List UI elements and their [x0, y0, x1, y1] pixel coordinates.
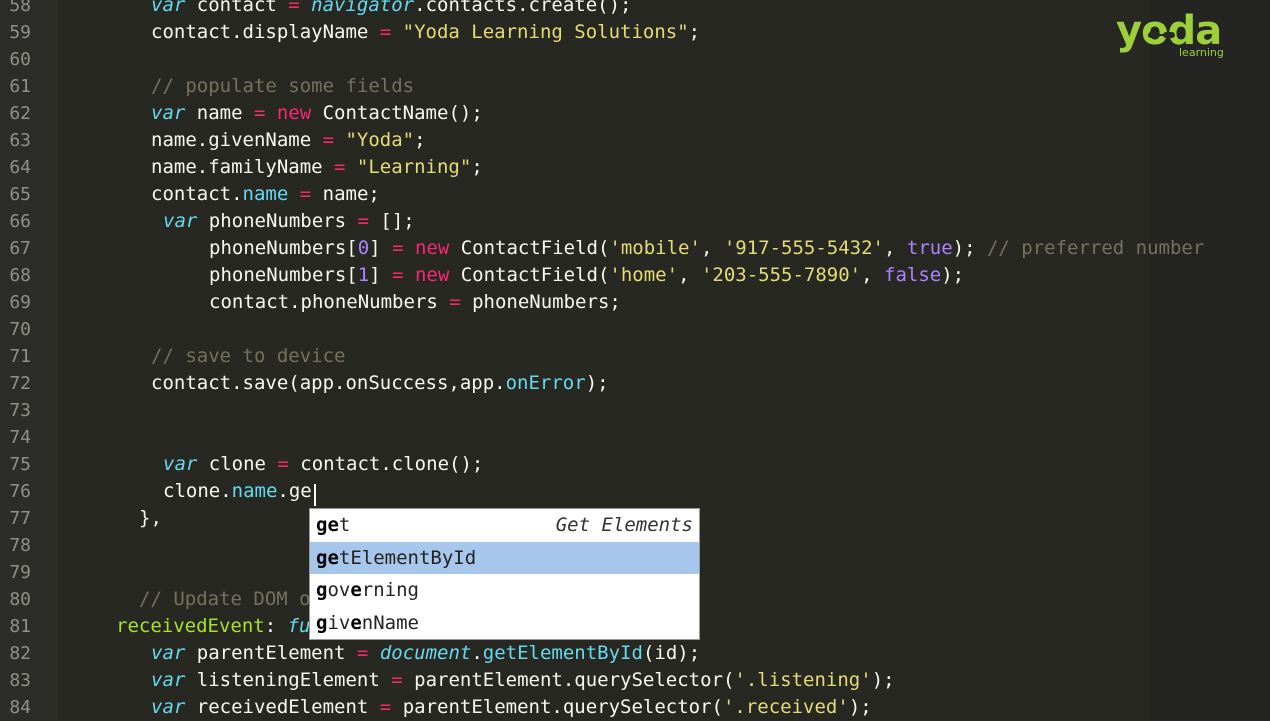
autocomplete-item-label: givenName [316, 611, 419, 634]
code-text: var name = new ContactName(); [151, 102, 483, 124]
autocomplete-item-label: governing [316, 579, 419, 601]
code-text: phoneNumbers[1] = new ContactField('home… [209, 264, 965, 286]
code-text: contact.displayName = "Yoda Learning Sol… [151, 21, 701, 43]
code-text: // populate some fields [151, 75, 415, 97]
code-line-83[interactable]: 83 var listeningElement = parentElement.q… [0, 667, 1270, 694]
code-text: receivedEvent: fu [116, 615, 311, 637]
code-line-67[interactable]: 67 phoneNumbers[0] = new ContactField('mo… [0, 235, 1270, 262]
line-number: 82 [9, 643, 31, 664]
autocomplete-item[interactable]: get Get Elements [310, 509, 699, 541]
autocomplete-item[interactable]: givenName [310, 607, 699, 639]
line-number: 83 [9, 670, 31, 691]
code-text: var contact = navigator.contacts.create(… [151, 0, 632, 16]
code-text: name.givenName = "Yoda"; [151, 129, 426, 151]
autocomplete-item-label: getElementById [316, 546, 477, 569]
code-line-65[interactable]: 65 contact.name = name; [0, 181, 1270, 208]
code-line-60[interactable]: 60 [0, 46, 1270, 73]
code-line-61[interactable]: 61 // populate some fields [0, 73, 1270, 100]
code-text: phoneNumbers[0] = new ContactField('mobi… [209, 237, 1205, 259]
line-number: 75 [9, 454, 31, 475]
code-line-68[interactable]: 68 phoneNumbers[1] = new ContactField('ho… [0, 262, 1270, 289]
code-text: // Update DOM o [139, 588, 311, 610]
code-text: var receivedElement = parentElement.quer… [151, 696, 872, 718]
code-line-71[interactable]: 71 // save to device [0, 343, 1270, 370]
line-number: 67 [9, 238, 31, 259]
code-text: var listeningElement = parentElement.que… [151, 669, 895, 691]
yoda-learning-logo: yoda learning [1116, 8, 1246, 62]
logo-subtext: learning [1179, 46, 1224, 59]
code-line-69[interactable]: 69 contact.phoneNumbers = phoneNumbers; [0, 289, 1270, 316]
line-number: 63 [9, 130, 31, 151]
line-number: 80 [9, 589, 31, 610]
code-line-58[interactable]: 58 var contact = navigator.contacts.creat… [0, 0, 1270, 19]
line-number: 77 [9, 508, 31, 529]
text-cursor [314, 484, 316, 506]
autocomplete-item[interactable]: getElementById [310, 541, 699, 574]
code-text: var phoneNumbers = []; [163, 210, 415, 232]
code-line-82[interactable]: 82 var parentElement = document.getElemen… [0, 640, 1270, 667]
line-number: 59 [9, 22, 31, 43]
code-text: contact.save(app.onSuccess,app.onError); [151, 372, 609, 394]
line-number: 68 [9, 265, 31, 286]
line-number: 79 [9, 562, 31, 583]
code-text: contact.phoneNumbers = phoneNumbers; [209, 291, 621, 313]
line-number: 64 [9, 157, 31, 178]
code-line-76[interactable]: 76 clone.name.ge [0, 478, 1270, 505]
code-line-59[interactable]: 59 contact.displayName = "Yoda Learning S… [0, 19, 1270, 46]
line-number: 84 [9, 697, 31, 718]
code-line-75[interactable]: 75 var clone = contact.clone(); [0, 451, 1270, 478]
code-text: // save to device [151, 345, 346, 367]
line-number: 60 [9, 49, 31, 70]
line-number: 58 [9, 0, 31, 16]
code-text: var clone = contact.clone(); [163, 453, 484, 475]
line-number: 62 [9, 103, 31, 124]
code-line-64[interactable]: 64 name.familyName = "Learning"; [0, 154, 1270, 181]
line-number: 73 [9, 400, 31, 421]
code-line-72[interactable]: 72 contact.save(app.onSuccess,app.onError… [0, 370, 1270, 397]
code-text: }, [139, 507, 162, 529]
line-number: 70 [9, 319, 31, 340]
code-line-62[interactable]: 62 var name = new ContactName(); [0, 100, 1270, 127]
code-line-63[interactable]: 63 name.givenName = "Yoda"; [0, 127, 1270, 154]
line-number: 61 [9, 76, 31, 97]
code-line-73[interactable]: 73 [0, 397, 1270, 424]
code-text: name.familyName = "Learning"; [151, 156, 483, 178]
code-text: var parentElement = document.getElementB… [151, 642, 701, 664]
line-number: 81 [9, 616, 31, 637]
autocomplete-hint: Get Elements [555, 514, 693, 536]
code-line-66[interactable]: 66 var phoneNumbers = []; [0, 208, 1270, 235]
line-number: 69 [9, 292, 31, 313]
line-number: 74 [9, 427, 31, 448]
autocomplete-popup[interactable]: get Get Elements getElementById governing gi… [309, 508, 700, 640]
autocomplete-item-label: get [316, 514, 351, 536]
line-number: 71 [9, 346, 31, 367]
autocomplete-item[interactable]: governing [310, 574, 699, 606]
line-number: 65 [9, 184, 31, 205]
code-line-74[interactable]: 74 [0, 424, 1270, 451]
line-number: 72 [9, 373, 31, 394]
code-line-84[interactable]: 84 var receivedElement = parentElement.qu… [0, 694, 1270, 721]
logo-glasses-icon [1148, 32, 1175, 38]
code-text: clone.name.ge [163, 480, 312, 502]
line-number: 76 [9, 481, 31, 502]
line-number: 66 [9, 211, 31, 232]
line-number: 78 [9, 535, 31, 556]
code-text: contact.name = name; [151, 183, 380, 205]
code-line-70[interactable]: 70 [0, 316, 1270, 343]
